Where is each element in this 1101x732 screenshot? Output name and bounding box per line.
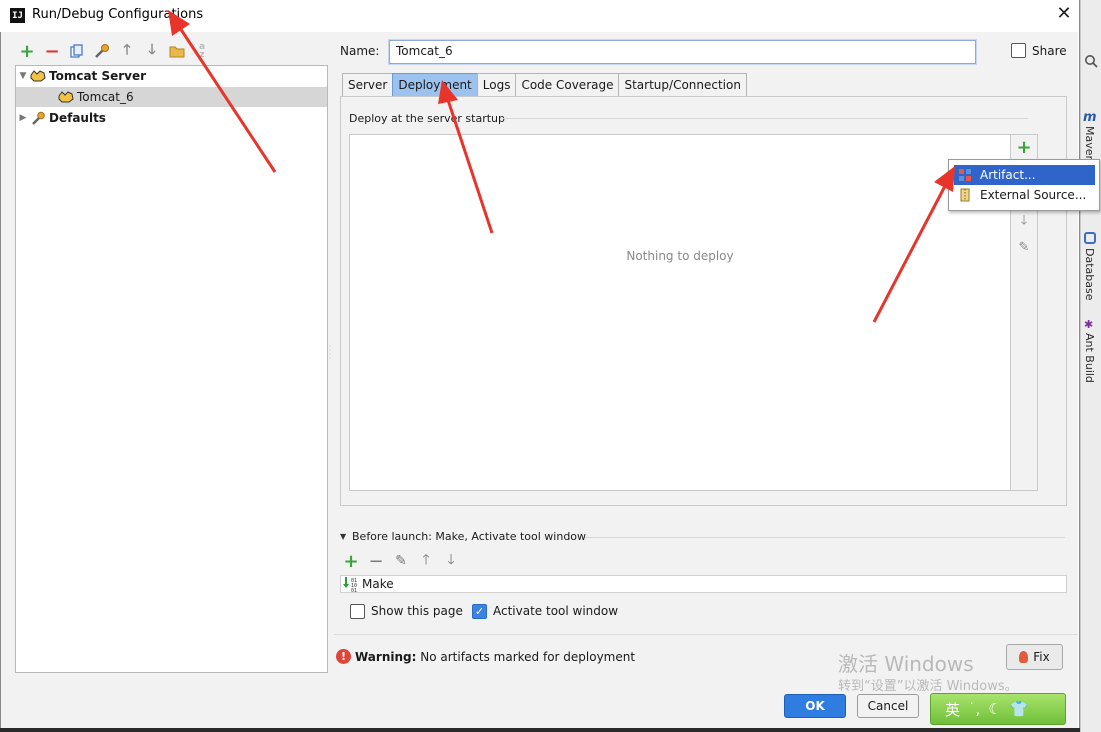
ide-search-icon[interactable] xyxy=(1080,48,1101,74)
folder-icon[interactable] xyxy=(168,42,186,60)
fix-button[interactable]: Fix xyxy=(1006,644,1063,670)
add-deployment-popup: Artifact... External Source... xyxy=(948,159,1100,211)
edit-pencil-icon[interactable]: ✎ xyxy=(1014,237,1034,257)
section-divider xyxy=(500,118,1028,119)
share-checkbox[interactable] xyxy=(1011,43,1026,58)
artifact-icon xyxy=(958,168,972,182)
tab-logs[interactable]: Logs xyxy=(476,73,517,96)
empty-list-text: Nothing to deploy xyxy=(626,249,734,263)
task-make[interactable]: Make xyxy=(362,577,394,591)
window-title: Run/Debug Configurations xyxy=(32,7,204,22)
intellij-app-icon: IJ xyxy=(10,8,25,23)
activation-watermark-subtitle: 转到“设置”以激活 Windows。 xyxy=(838,679,1018,694)
before-launch-divider xyxy=(585,537,1065,538)
maven-tool-tab[interactable]: Maven xyxy=(1083,126,1096,162)
ime-skin-icon[interactable]: 👕 xyxy=(1010,700,1029,718)
footer-divider xyxy=(334,634,1078,635)
fix-button-label: Fix xyxy=(1033,650,1050,664)
copy-icon[interactable] xyxy=(68,42,86,60)
before-launch-list xyxy=(340,575,1067,593)
collapsed-arrow-icon[interactable]: ▶ xyxy=(16,113,30,123)
ok-button[interactable]: OK xyxy=(784,694,846,718)
activate-tool-window-checkbox[interactable]: ✓ xyxy=(472,604,487,619)
warning-icon: ! xyxy=(336,649,351,664)
taskbar-edge xyxy=(0,728,1080,732)
before-launch-collapse-icon[interactable]: ▼ xyxy=(340,532,346,541)
defaults-wrench-icon xyxy=(30,111,46,125)
warning-text: No artifacts marked for deployment xyxy=(420,650,636,664)
deploy-section-title: Deploy at the server startup xyxy=(349,112,506,125)
remove-task-icon[interactable]: − xyxy=(368,551,384,572)
tree-item-tomcat-6[interactable]: Tomcat_6 xyxy=(16,87,327,107)
add-icon[interactable]: + xyxy=(18,41,36,62)
lightbulb-icon xyxy=(1019,651,1029,663)
tab-code-coverage[interactable]: Code Coverage xyxy=(515,73,620,96)
config-tabs: Server Deployment Logs Code Coverage Sta… xyxy=(342,73,747,96)
move-down-icon[interactable]: 🡓 xyxy=(1014,212,1034,232)
make-icon: 01 10 01 xyxy=(343,576,359,594)
ime-moon-icon[interactable]: ☾ xyxy=(988,700,1001,718)
warning-message: Warning: No artifacts marked for deploym… xyxy=(355,650,635,664)
move-task-down-icon[interactable]: 🡓 xyxy=(443,552,459,569)
database-tool-tab[interactable]: Database xyxy=(1083,248,1096,301)
tab-server[interactable]: Server xyxy=(342,73,394,96)
name-input[interactable]: Tomcat_6 xyxy=(389,40,976,64)
splitter-handle[interactable]: · · · · xyxy=(327,343,333,365)
activation-watermark-title: 激活 Windows xyxy=(838,652,974,676)
warning-prefix: Warning: xyxy=(355,650,417,664)
deploy-list[interactable] xyxy=(349,134,1011,491)
tree-item-label: Tomcat_6 xyxy=(77,90,134,104)
popup-item-label: External Source... xyxy=(980,188,1087,202)
activate-tool-window-label[interactable]: Activate tool window xyxy=(493,604,618,618)
move-task-up-icon[interactable]: 🡑 xyxy=(418,552,434,569)
show-this-page-label[interactable]: Show this page xyxy=(371,604,463,618)
show-this-page-checkbox[interactable] xyxy=(350,604,365,619)
remove-icon[interactable]: − xyxy=(43,41,61,62)
tab-startup-connection[interactable]: Startup/Connection xyxy=(618,73,747,96)
popup-item-label: Artifact... xyxy=(980,168,1036,182)
database-icon xyxy=(1084,232,1096,244)
ime-language-label[interactable]: 英 xyxy=(945,699,960,720)
share-label[interactable]: Share xyxy=(1032,44,1067,58)
sort-icon[interactable]: az xyxy=(193,42,211,60)
tomcat-icon xyxy=(30,69,46,83)
move-up-icon[interactable]: 🡑 xyxy=(118,42,136,60)
edit-defaults-icon[interactable] xyxy=(93,42,111,60)
popup-item-artifact[interactable]: Artifact... xyxy=(954,165,1095,185)
cancel-button[interactable]: Cancel xyxy=(857,694,919,718)
ant-icon: ✱ xyxy=(1084,318,1094,331)
before-launch-title[interactable]: Before launch: Make, Activate tool windo… xyxy=(352,530,586,543)
maven-icon: m xyxy=(1083,110,1097,125)
add-deployment-icon[interactable]: + xyxy=(1014,137,1034,158)
tab-deployment[interactable]: Deployment xyxy=(392,73,478,96)
configurations-tree: ▼ Tomcat Server Tomcat_6 ▶ Defaults xyxy=(15,65,328,673)
tree-item-label: Tomcat Server xyxy=(49,69,147,83)
edit-task-icon[interactable]: ✎ xyxy=(393,553,409,569)
move-down-icon[interactable]: 🡓 xyxy=(143,42,161,60)
add-task-icon[interactable]: + xyxy=(343,551,359,572)
ant-build-tool-tab[interactable]: Ant Build xyxy=(1083,333,1096,383)
tree-item-tomcat-server[interactable]: ▼ Tomcat Server xyxy=(16,66,327,86)
ime-punct-icon[interactable]: ˙, xyxy=(968,700,980,718)
tree-item-defaults[interactable]: ▶ Defaults xyxy=(16,108,327,128)
name-label: Name: xyxy=(340,44,380,58)
tomcat-icon xyxy=(58,90,74,104)
svg-text:01: 01 xyxy=(351,588,357,592)
archive-icon xyxy=(958,188,972,202)
tree-item-label: Defaults xyxy=(49,111,106,125)
ime-toolbar[interactable]: 英 ˙, ☾ 👕 xyxy=(930,693,1066,725)
close-button[interactable]: ✕ xyxy=(1054,3,1074,25)
expanded-arrow-icon[interactable]: ▼ xyxy=(16,71,30,81)
popup-item-external-source[interactable]: External Source... xyxy=(954,185,1095,205)
